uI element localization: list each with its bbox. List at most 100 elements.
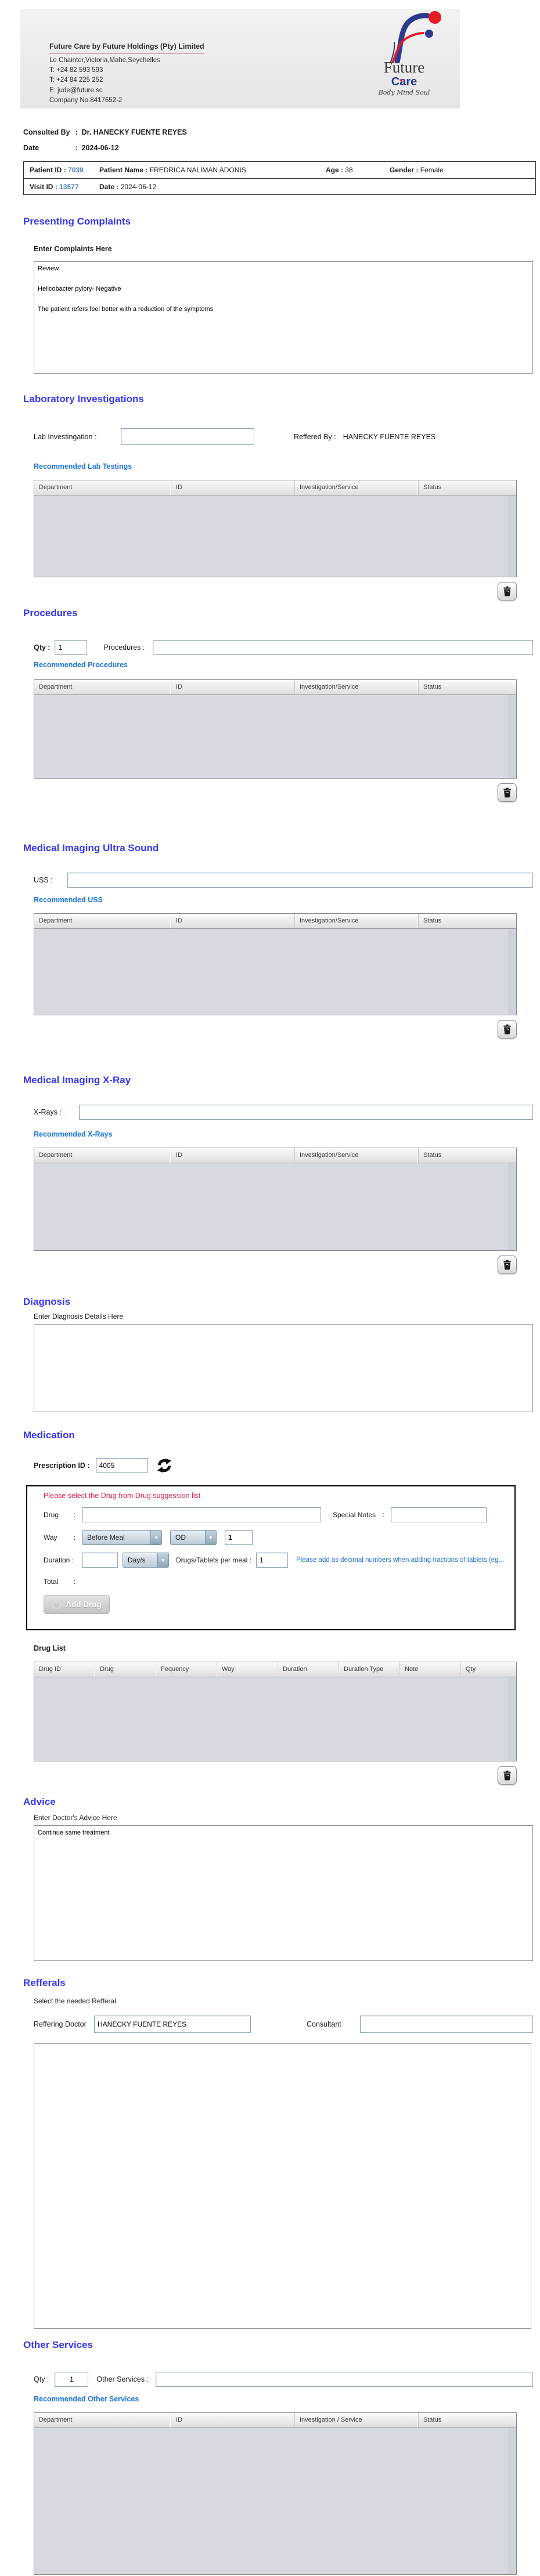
uss-table: Department ID Investigation/Service Stat… [34, 913, 517, 1015]
prescription-id-input[interactable] [95, 1458, 148, 1473]
consultant-label: Consultant [307, 2020, 341, 2028]
way-meal-select[interactable]: Before Meal ▼ [82, 1530, 162, 1545]
procedures-qty-input[interactable] [55, 640, 88, 655]
presenting-complaints-heading: Presenting Complaints [23, 216, 131, 227]
drug-input[interactable] [82, 1507, 321, 1522]
column-header-id[interactable]: ID [171, 1148, 295, 1163]
column-header-department[interactable]: Department [34, 1148, 171, 1163]
recommended-lab-testings-label: Recommended Lab Testings [34, 462, 132, 471]
refresh-prescription-button[interactable] [156, 1457, 172, 1474]
drug-row: Drug : Special Notes : [44, 1507, 514, 1522]
uss-input-row: USS : [34, 873, 533, 888]
lab-input-row: Lab Investingation : Reffered By : HANEC… [34, 428, 540, 445]
uss-label: USS : [34, 876, 53, 884]
patient-id-label: Patient ID [30, 166, 62, 174]
other-qty-input[interactable] [55, 2372, 89, 2387]
referral-input-row: Reffering Doctor Consultant [34, 2016, 533, 2033]
prescription-id-label: Prescription ID : [34, 1461, 90, 1470]
column-header-qty[interactable]: Qty [461, 1662, 516, 1677]
column-header-investigation[interactable]: Investigation/Service [295, 680, 419, 694]
column-header-drug[interactable]: Drug [95, 1662, 156, 1677]
patient-row-1: Patient ID : 7039 Patient Name : FREDRIC… [30, 166, 444, 174]
per-meal-input[interactable] [256, 1553, 289, 1568]
xray-input-row: X-Rays : [34, 1105, 533, 1120]
lab-investigation-input[interactable] [121, 428, 254, 445]
column-header-status[interactable]: Status [419, 680, 516, 694]
duration-type-select[interactable]: Day/s ▼ [123, 1553, 169, 1568]
procedures-table: Department ID Investigation/Service Stat… [34, 679, 517, 779]
column-header-status[interactable]: Status [419, 480, 516, 495]
duration-row: Duration : Day/s ▼ Drugs/Tablets per mea… [44, 1553, 514, 1568]
column-header-investigation[interactable]: Investigation / Service [295, 2413, 419, 2427]
visit-date-label: Date [99, 182, 115, 191]
patient-gender-value: Female [420, 166, 444, 174]
xray-label: X-Rays : [34, 1108, 62, 1116]
column-header-id[interactable]: ID [171, 914, 295, 928]
procedures-qty-label: Qty : [34, 643, 51, 652]
column-header-department[interactable]: Department [34, 914, 171, 928]
advice-label: Enter Doctor's Advice Here [34, 1814, 117, 1822]
duration-input[interactable] [82, 1553, 118, 1568]
column-header-status[interactable]: Status [419, 2413, 516, 2427]
diagnosis-textarea[interactable] [34, 1324, 533, 1412]
column-header-department[interactable]: Department [34, 480, 171, 495]
complaints-textarea[interactable]: Review Helicobacter pylory- Negative The… [34, 261, 533, 374]
lab-delete-button[interactable] [498, 582, 517, 600]
column-header-department[interactable]: Department [34, 680, 171, 694]
chevron-down-icon: ▼ [205, 1531, 216, 1544]
column-header-fequency[interactable]: Fequency [156, 1662, 217, 1677]
procedures-heading: Procedures [23, 607, 78, 618]
xray-delete-button[interactable] [498, 1256, 517, 1274]
consultant-input[interactable] [360, 2016, 533, 2033]
way-row: Way : Before Meal ▼ OD ▼ [44, 1530, 514, 1545]
other-services-label: Other Services : [96, 2375, 149, 2383]
trash-icon [503, 787, 511, 798]
company-email: E: jude@future.sc [49, 86, 103, 94]
drug-list-delete-button[interactable] [498, 1766, 517, 1785]
recommended-xray-label: Recommended X-Rays [34, 1130, 113, 1138]
visit-id-value: 13577 [59, 182, 79, 191]
lab-table: Department ID Investigation/Service Stat… [34, 480, 517, 577]
xray-input[interactable] [79, 1105, 533, 1120]
column-header-investigation[interactable]: Investigation/Service [295, 914, 419, 928]
xray-heading: Medical Imaging X-Ray [23, 1074, 131, 1086]
column-header-id[interactable]: ID [171, 480, 295, 495]
column-header-note[interactable]: Note [400, 1662, 461, 1677]
column-header-status[interactable]: Status [419, 1148, 516, 1163]
procedures-input[interactable] [153, 640, 533, 655]
drug-warning-text: Please select the Drug from Drug suggess… [44, 1492, 201, 1500]
medication-entry-panel: Please select the Drug from Drug suggess… [26, 1485, 516, 1630]
total-row: Total : [44, 1578, 76, 1586]
reffering-doctor-input[interactable] [94, 2016, 251, 2033]
procedures-delete-button[interactable] [498, 783, 517, 802]
column-header-investigation[interactable]: Investigation/Service [295, 480, 419, 495]
uss-delete-button[interactable] [498, 1020, 517, 1039]
trash-icon [503, 586, 511, 596]
uss-input[interactable] [67, 873, 533, 888]
column-header-investigation[interactable]: Investigation/Service [295, 1148, 419, 1163]
company-phone-1: T: +24 82 593 593 [49, 67, 103, 74]
special-notes-input[interactable] [391, 1507, 487, 1522]
xray-table: Department ID Investigation/Service Stat… [34, 1148, 517, 1251]
chevron-down-icon: ▼ [150, 1531, 161, 1544]
column-header-id[interactable]: ID [171, 680, 295, 694]
column-header-drug-id[interactable]: Drug ID [34, 1662, 95, 1677]
medication-heading: Medication [23, 1430, 75, 1441]
column-header-id[interactable]: ID [171, 2413, 295, 2427]
advice-textarea[interactable]: Continue same treatment [34, 1825, 533, 1961]
column-header-way[interactable]: Way [217, 1662, 278, 1677]
add-drug-button[interactable]: + Add Drug [44, 1595, 110, 1614]
way-frequency-select[interactable]: OD ▼ [170, 1530, 217, 1545]
patient-gender-label: Gender [390, 166, 415, 174]
patient-name-value: FREDRICA NALIMAN ADONIS [149, 166, 246, 174]
column-header-duration-type[interactable]: Duration Type [339, 1662, 400, 1677]
column-header-department[interactable]: Department [34, 2413, 171, 2427]
add-icon: + [52, 1600, 62, 1609]
other-qty-label: Qty : [34, 2375, 49, 2383]
column-header-status[interactable]: Status [419, 914, 516, 928]
uss-table-body [34, 929, 516, 1015]
other-services-input[interactable] [156, 2372, 533, 2387]
column-header-duration[interactable]: Duration [278, 1662, 339, 1677]
referral-list-box[interactable] [34, 2043, 531, 2329]
way-qty-input[interactable] [225, 1530, 253, 1545]
